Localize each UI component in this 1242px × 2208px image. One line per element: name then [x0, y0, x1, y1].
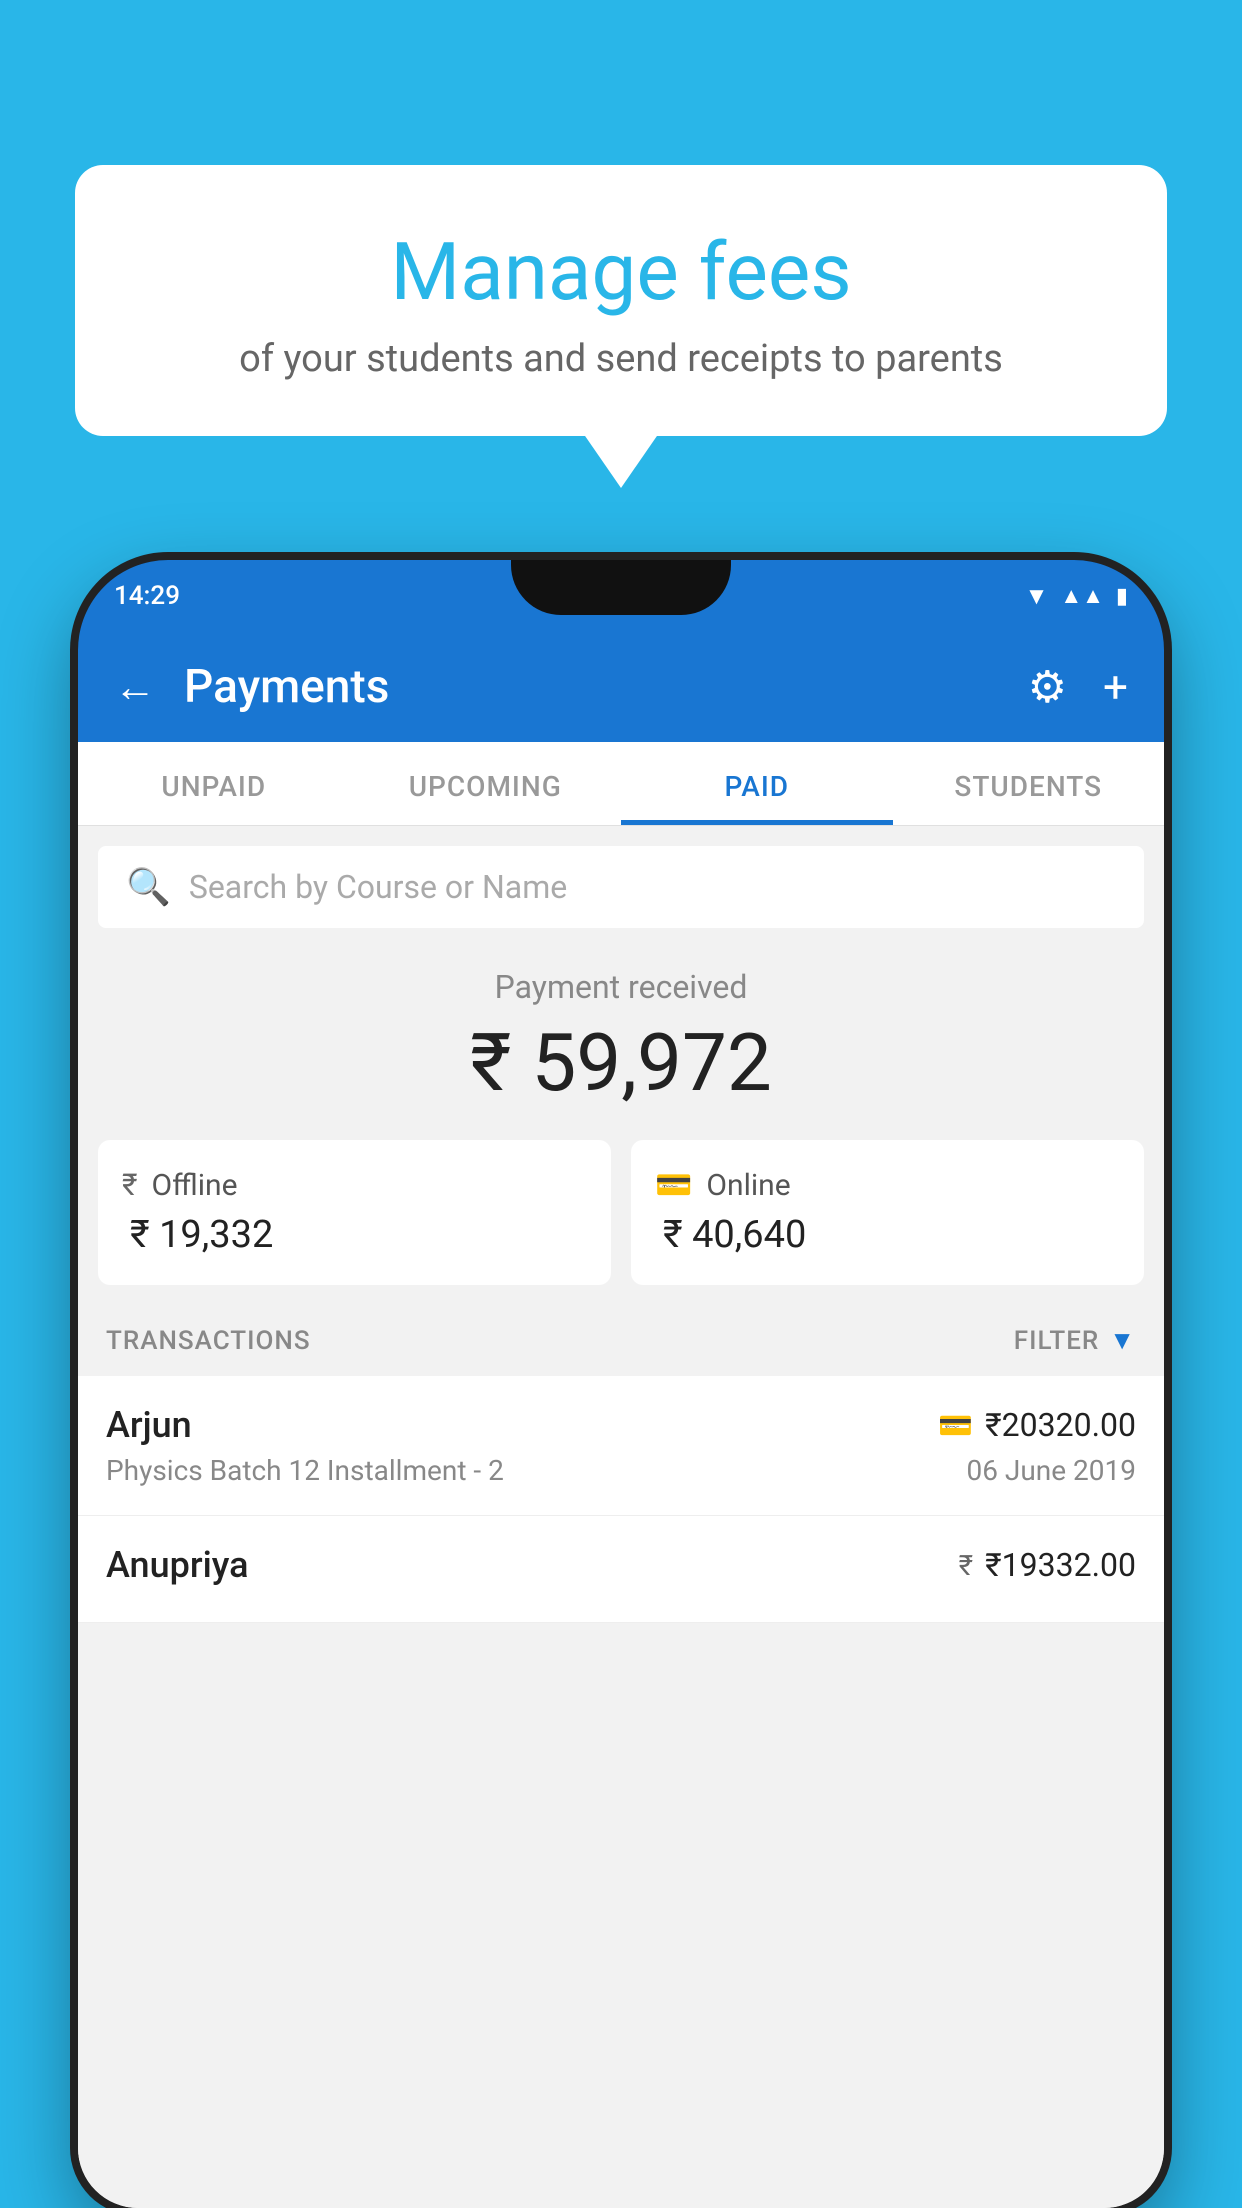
transaction-amount-1: 💳 ₹20320.00	[938, 1406, 1136, 1444]
online-label: Online	[706, 1168, 790, 1203]
transaction-amount-val-1: ₹20320.00	[985, 1406, 1136, 1444]
transaction-row-1-top: Arjun 💳 ₹20320.00	[106, 1404, 1136, 1446]
bubble-subtitle: of your students and send receipts to pa…	[125, 337, 1117, 381]
payment-summary: Payment received ₹ 59,972	[78, 928, 1164, 1140]
transaction-icon-2: ₹	[959, 1549, 973, 1582]
offline-amount: ₹ 19,332	[122, 1213, 587, 1257]
filter-button[interactable]: FILTER ▼	[1014, 1325, 1136, 1356]
transaction-date-1: 06 June 2019	[966, 1454, 1136, 1487]
search-icon: 🔍	[126, 866, 171, 908]
transaction-amount-val-2: ₹19332.00	[985, 1546, 1136, 1584]
transaction-icon-1: 💳	[938, 1409, 973, 1442]
transaction-name-1: Arjun	[106, 1404, 192, 1446]
content-area: 🔍 Search by Course or Name Payment recei…	[78, 826, 1164, 2208]
transaction-desc-1: Physics Batch 12 Installment - 2	[106, 1454, 504, 1487]
transaction-row-2-top: Anupriya ₹ ₹19332.00	[106, 1544, 1136, 1586]
offline-label: Offline	[152, 1168, 238, 1203]
status-time: 14:29	[114, 581, 180, 611]
payment-label: Payment received	[78, 968, 1164, 1006]
transaction-name-2: Anupriya	[106, 1544, 249, 1586]
transaction-amount-2: ₹ ₹19332.00	[959, 1546, 1136, 1584]
app-bar-actions: ⚙ +	[1028, 661, 1128, 713]
bubble-title: Manage fees	[125, 225, 1117, 319]
add-icon[interactable]: +	[1103, 661, 1128, 713]
transactions-header: TRANSACTIONS FILTER ▼	[78, 1305, 1164, 1376]
signal-icon: ▲▲	[1060, 583, 1104, 609]
filter-label: FILTER	[1014, 1326, 1099, 1356]
transactions-label: TRANSACTIONS	[106, 1326, 311, 1356]
offline-card: ₹ Offline ₹ 19,332	[98, 1140, 611, 1285]
wifi-icon: ▼	[1025, 582, 1049, 611]
back-button[interactable]: ←	[114, 663, 156, 712]
phone-frame: 14:29 ▼ ▲▲ ▮ ← Payments ⚙ + UNPAID UPCOM…	[78, 560, 1164, 2208]
payment-cards: ₹ Offline ₹ 19,332 💳 Online ₹ 40,640	[98, 1140, 1144, 1285]
speech-bubble: Manage fees of your students and send re…	[75, 165, 1167, 436]
online-card-header: 💳 Online	[655, 1168, 1120, 1203]
search-bar[interactable]: 🔍 Search by Course or Name	[98, 846, 1144, 928]
tab-unpaid[interactable]: UNPAID	[78, 742, 350, 825]
filter-icon: ▼	[1109, 1325, 1136, 1356]
payment-amount: ₹ 59,972	[78, 1016, 1164, 1110]
tab-paid[interactable]: PAID	[621, 742, 893, 825]
status-bar: 14:29 ▼ ▲▲ ▮	[78, 560, 1164, 632]
offline-card-header: ₹ Offline	[122, 1168, 587, 1203]
battery-icon: ▮	[1116, 584, 1128, 609]
tab-students[interactable]: STUDENTS	[893, 742, 1165, 825]
settings-icon[interactable]: ⚙	[1028, 661, 1067, 713]
online-icon: 💳	[655, 1168, 692, 1203]
app-bar-title: Payments	[184, 660, 1000, 714]
app-bar: ← Payments ⚙ +	[78, 632, 1164, 742]
offline-icon: ₹	[122, 1168, 138, 1203]
transaction-row-1-bottom: Physics Batch 12 Installment - 2 06 June…	[106, 1454, 1136, 1487]
tabs-bar: UNPAID UPCOMING PAID STUDENTS	[78, 742, 1164, 826]
transaction-row-1[interactable]: Arjun 💳 ₹20320.00 Physics Batch 12 Insta…	[78, 1376, 1164, 1516]
tab-upcoming[interactable]: UPCOMING	[350, 742, 622, 825]
online-card: 💳 Online ₹ 40,640	[631, 1140, 1144, 1285]
transaction-row-2[interactable]: Anupriya ₹ ₹19332.00	[78, 1516, 1164, 1623]
status-icons: ▼ ▲▲ ▮	[1025, 582, 1128, 611]
online-amount: ₹ 40,640	[655, 1213, 1120, 1257]
search-input[interactable]: Search by Course or Name	[189, 868, 567, 906]
phone-screen: UNPAID UPCOMING PAID STUDENTS 🔍 Search b…	[78, 742, 1164, 2208]
